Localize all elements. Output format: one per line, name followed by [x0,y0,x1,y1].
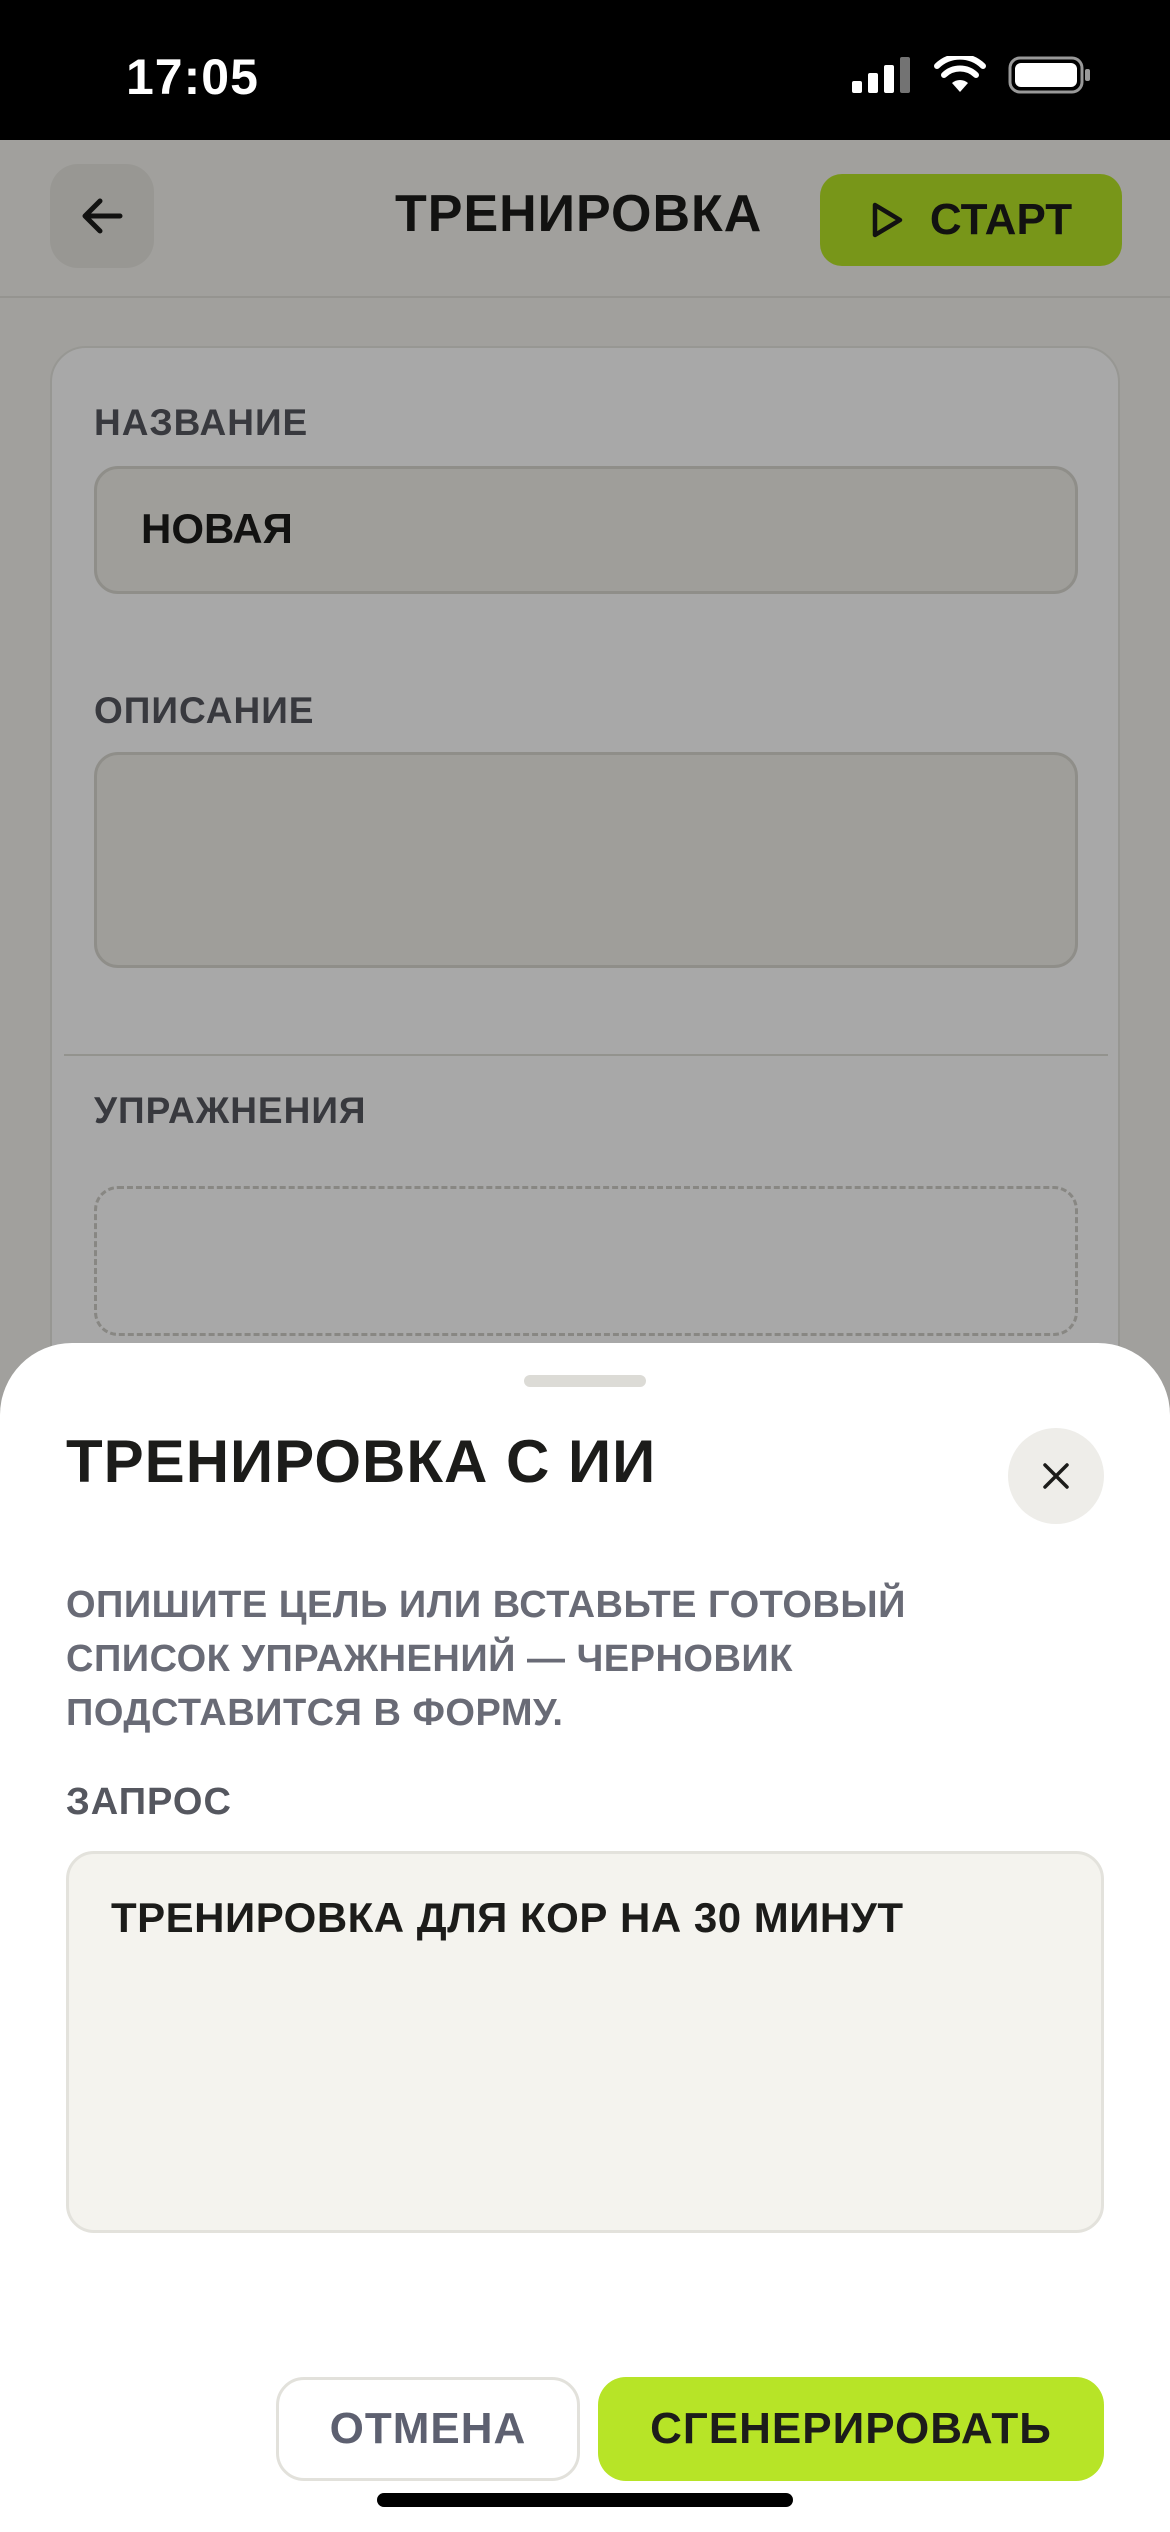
home-indicator [377,2493,793,2507]
wifi-icon [934,56,986,92]
ai-workout-sheet: ТРЕНИРОВКА С ИИ ОПИШИТЕ ЦЕЛЬ ИЛИ ВСТАВЬТ… [0,1343,1170,2532]
query-textarea-value: ТРЕНИРОВКА ДЛЯ КОР НА 30 МИНУТ [111,1894,904,1941]
query-label: ЗАПРОС [66,1781,232,1823]
battery-icon [1008,56,1090,94]
generate-button[interactable]: СГЕНЕРИРОВАТЬ [598,2377,1104,2481]
cellular-signal-icon [852,57,910,93]
sheet-title: ТРЕНИРОВКА С ИИ [66,1428,657,1495]
query-textarea[interactable]: ТРЕНИРОВКА ДЛЯ КОР НА 30 МИНУТ [66,1851,1104,2233]
close-icon [1043,1463,1069,1489]
status-bar: 17:05 [0,0,1170,140]
status-time: 17:05 [126,49,259,105]
cancel-button[interactable]: ОТМЕНА [276,2377,580,2481]
sheet-grabber[interactable] [524,1375,646,1387]
sheet-description: ОПИШИТЕ ЦЕЛЬ ИЛИ ВСТАВЬТЕ ГОТОВЫЙ СПИСОК… [66,1584,906,1734]
close-button[interactable] [1008,1428,1104,1524]
status-icons [852,56,1092,94]
